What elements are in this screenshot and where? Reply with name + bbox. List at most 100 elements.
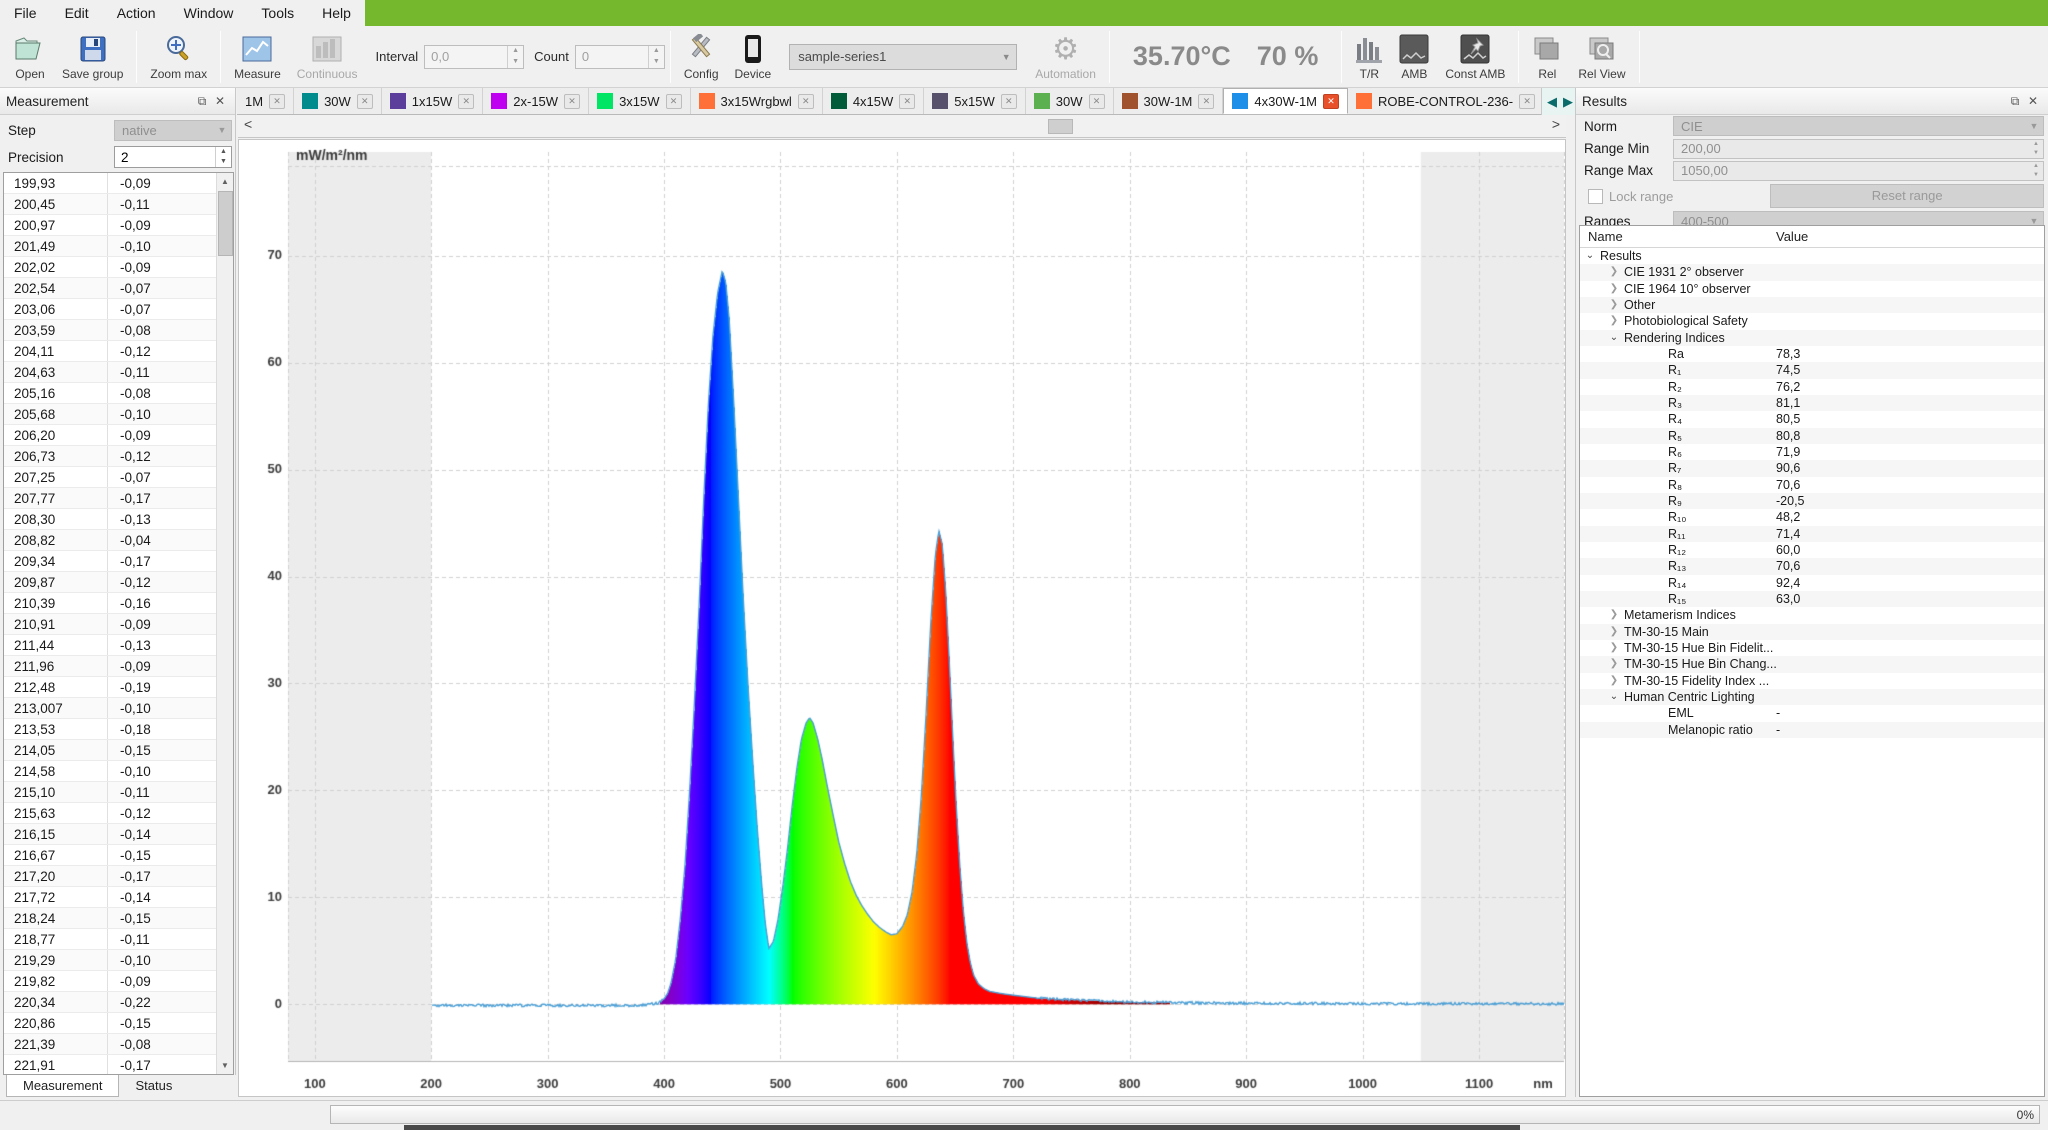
measurement-tab-3x15wrgbwl[interactable]: 3x15Wrgbwl✕ xyxy=(691,88,823,114)
menu-tools[interactable]: Tools xyxy=(247,0,308,26)
tab-close-icon[interactable]: ✕ xyxy=(1519,94,1535,109)
tab-close-icon[interactable]: ✕ xyxy=(1089,94,1105,109)
tree-row[interactable]: R₁₂60,0 xyxy=(1580,542,2044,558)
measurement-row[interactable]: 216,15-0,14 xyxy=(4,824,216,845)
measurement-row[interactable]: 215,63-0,12 xyxy=(4,803,216,824)
count-spinbox[interactable]: 0 ▲▼ xyxy=(575,45,665,69)
measurement-row[interactable]: 213,53-0,18 xyxy=(4,719,216,740)
expand-icon[interactable]: ❯ xyxy=(1608,624,1620,640)
spin-arrows-icon[interactable]: ▲▼ xyxy=(215,147,231,167)
measurement-row[interactable]: 218,77-0,11 xyxy=(4,929,216,950)
measurement-row[interactable]: 210,91-0,09 xyxy=(4,614,216,635)
measurement-row[interactable]: 203,59-0,08 xyxy=(4,320,216,341)
menu-file[interactable]: File xyxy=(0,0,51,26)
measurement-row[interactable]: 202,54-0,07 xyxy=(4,278,216,299)
measurement-row[interactable]: 219,82-0,09 xyxy=(4,971,216,992)
measurement-tab-30w[interactable]: 30W✕ xyxy=(294,88,382,114)
measurement-row[interactable]: 206,73-0,12 xyxy=(4,446,216,467)
measurement-row[interactable]: 209,87-0,12 xyxy=(4,572,216,593)
tree-row[interactable]: ❯Photobiological Safety xyxy=(1580,313,2044,329)
measurement-row[interactable]: 217,20-0,17 xyxy=(4,866,216,887)
tree-row[interactable]: ⌄Results xyxy=(1580,248,2044,264)
close-panel-icon[interactable]: ✕ xyxy=(2024,93,2042,109)
tree-row[interactable]: R₁₀48,2 xyxy=(1580,509,2044,525)
scroll-down-icon[interactable]: ▼ xyxy=(217,1057,233,1074)
scroll-up-icon[interactable]: ▲ xyxy=(217,173,233,190)
lock-range-checkbox[interactable] xyxy=(1588,189,1603,204)
tab-close-icon[interactable]: ✕ xyxy=(564,94,580,109)
tab-scroll-right-icon[interactable]: ▶ xyxy=(1560,94,1576,110)
expand-icon[interactable]: ❯ xyxy=(1608,607,1620,623)
measurement-row[interactable]: 213,007-0,10 xyxy=(4,698,216,719)
measurement-tab-4x15w[interactable]: 4x15W✕ xyxy=(823,88,924,114)
continuous-button[interactable]: Continuous xyxy=(289,28,366,86)
tree-row[interactable]: ❯TM-30-15 Hue Bin Chang... xyxy=(1580,656,2044,672)
measurement-row[interactable]: 220,86-0,15 xyxy=(4,1013,216,1034)
measurement-row[interactable]: 200,45-0,11 xyxy=(4,194,216,215)
float-panel-icon[interactable]: ⧉ xyxy=(193,93,211,109)
tab-close-icon[interactable]: ✕ xyxy=(1323,94,1339,109)
measurement-row[interactable]: 205,16-0,08 xyxy=(4,383,216,404)
tree-row[interactable]: R₂76,2 xyxy=(1580,379,2044,395)
tree-row[interactable]: R₉-20,5 xyxy=(1580,493,2044,509)
tab-close-icon[interactable]: ✕ xyxy=(357,94,373,109)
expand-icon[interactable]: ❯ xyxy=(1608,673,1620,689)
spin-arrows-icon[interactable]: ▲▼ xyxy=(507,46,523,68)
measurement-row[interactable]: 211,96-0,09 xyxy=(4,656,216,677)
tab-close-icon[interactable]: ✕ xyxy=(458,94,474,109)
range-max-field[interactable]: 1050,00 ▲▼ xyxy=(1673,161,2044,181)
measurement-row[interactable]: 208,30-0,13 xyxy=(4,509,216,530)
measurement-tab-30w-1m[interactable]: 30W-1M✕ xyxy=(1114,88,1224,114)
menu-action[interactable]: Action xyxy=(103,0,170,26)
measurement-row[interactable]: 200,97-0,09 xyxy=(4,215,216,236)
open-button[interactable]: Open xyxy=(6,28,54,86)
spin-arrows-icon[interactable]: ▲▼ xyxy=(648,46,664,68)
tree-row[interactable]: ❯CIE 1964 10° observer xyxy=(1580,281,2044,297)
tree-row[interactable]: EML- xyxy=(1580,705,2044,721)
tab-scroll-left-icon[interactable]: ◀ xyxy=(1544,94,1560,110)
expand-icon[interactable]: ❯ xyxy=(1608,313,1620,329)
tree-row[interactable]: R₄80,5 xyxy=(1580,411,2044,427)
float-panel-icon[interactable]: ⧉ xyxy=(2006,93,2024,109)
expand-icon[interactable]: ❯ xyxy=(1608,264,1620,280)
config-button[interactable]: Config xyxy=(676,28,727,86)
measurement-row[interactable]: 221,91-0,17 xyxy=(4,1055,216,1075)
close-panel-icon[interactable]: ✕ xyxy=(211,93,229,109)
tree-row[interactable]: ❯TM-30-15 Main xyxy=(1580,624,2044,640)
reset-range-button[interactable]: Reset range xyxy=(1770,184,2044,208)
precision-spinbox[interactable]: 2 ▲▼ xyxy=(114,146,232,168)
tree-row[interactable]: R₈70,6 xyxy=(1580,477,2044,493)
measurement-row[interactable]: 204,11-0,12 xyxy=(4,341,216,362)
tab-measurement[interactable]: Measurement xyxy=(6,1075,119,1097)
measurement-row[interactable]: 207,77-0,17 xyxy=(4,488,216,509)
rel-button[interactable]: Rel xyxy=(1524,28,1570,86)
menu-window[interactable]: Window xyxy=(170,0,248,26)
spectrum-chart[interactable] xyxy=(238,139,1566,1097)
measurement-tab-robe-control-236-[interactable]: ROBE-CONTROL-236-✕ xyxy=(1348,88,1544,114)
measurement-row[interactable]: 221,39-0,08 xyxy=(4,1034,216,1055)
measurement-row[interactable]: 205,68-0,10 xyxy=(4,404,216,425)
expand-icon[interactable]: ❯ xyxy=(1608,640,1620,656)
tab-close-icon[interactable]: ✕ xyxy=(1198,94,1214,109)
measurement-row[interactable]: 204,63-0,11 xyxy=(4,362,216,383)
tree-row[interactable]: ⌄Rendering Indices xyxy=(1580,330,2044,346)
tree-row[interactable]: ❯TM-30-15 Fidelity Index ... xyxy=(1580,673,2044,689)
tree-row[interactable]: ⌄Human Centric Lighting xyxy=(1580,689,2044,705)
measurement-row[interactable]: 219,29-0,10 xyxy=(4,950,216,971)
measurement-row[interactable]: 203,06-0,07 xyxy=(4,299,216,320)
measurement-row[interactable]: 199,93-0,09 xyxy=(4,173,216,194)
measurement-row[interactable]: 207,25-0,07 xyxy=(4,467,216,488)
measurement-row[interactable]: 202,02-0,09 xyxy=(4,257,216,278)
tree-row[interactable]: ❯CIE 1931 2° observer xyxy=(1580,264,2044,280)
expand-icon[interactable]: ❯ xyxy=(1608,656,1620,672)
sample-series-combo[interactable]: sample-series1 ▼ xyxy=(789,44,1017,70)
norm-combo[interactable]: CIE ▼ xyxy=(1673,116,2044,136)
step-combo[interactable]: native ▼ xyxy=(114,120,232,141)
scrollbar-thumb[interactable] xyxy=(218,191,233,256)
measure-button[interactable]: Measure xyxy=(226,28,289,86)
results-tree[interactable]: Name Value ⌄Results❯CIE 1931 2° observer… xyxy=(1579,225,2045,1097)
chart-scrollbar[interactable]: < > xyxy=(238,115,1566,138)
tree-row[interactable]: ❯Other xyxy=(1580,297,2044,313)
measurement-row[interactable]: 217,72-0,14 xyxy=(4,887,216,908)
measurement-row[interactable]: 218,24-0,15 xyxy=(4,908,216,929)
